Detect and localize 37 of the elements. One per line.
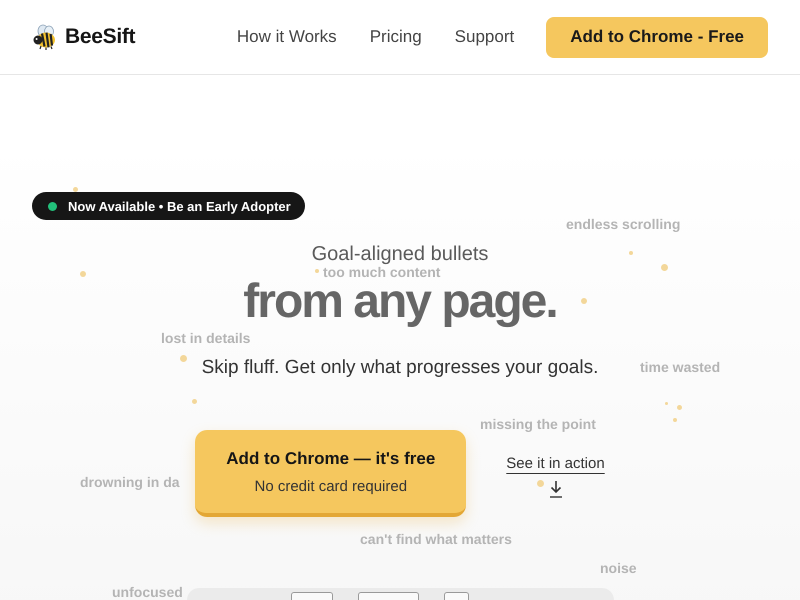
nav-link[interactable]: Support bbox=[454, 27, 514, 47]
dot-icon bbox=[629, 251, 633, 255]
see-it-in-action-link[interactable]: See it in action bbox=[506, 455, 605, 472]
dot-icon bbox=[673, 418, 677, 422]
dot-icon bbox=[665, 402, 668, 405]
dot-icon bbox=[677, 405, 682, 410]
dot-icon bbox=[180, 355, 187, 362]
add-to-chrome-button[interactable]: Add to Chrome - Free bbox=[546, 16, 768, 58]
preview-frame bbox=[358, 592, 418, 600]
nav-link[interactable]: How it Works bbox=[236, 27, 337, 47]
dot-icon bbox=[661, 264, 668, 271]
background-word: noise bbox=[600, 560, 637, 576]
background-word: lost in details bbox=[161, 330, 250, 346]
dot-icon bbox=[73, 187, 78, 192]
dot-icon bbox=[581, 298, 587, 304]
background-word: drowning in da bbox=[80, 474, 180, 490]
background-word: can't find what matters bbox=[360, 531, 512, 547]
preview-frame bbox=[290, 592, 332, 600]
preview-frame bbox=[444, 592, 468, 600]
background-word: time wasted bbox=[640, 359, 720, 375]
background-word: endless scrolling bbox=[566, 216, 680, 232]
hero-eyebrow: Goal-aligned bullets bbox=[312, 244, 488, 264]
hero-subtitle: Skip fluff. Get only what progresses your goals. bbox=[202, 356, 598, 380]
background-word: missing the point bbox=[480, 416, 596, 432]
add-to-chrome-button[interactable]: Add to Chrome — it's free No credit card required bbox=[195, 430, 466, 517]
dot-icon bbox=[315, 269, 319, 273]
brand-name: BeeSift bbox=[65, 25, 136, 49]
dot-icon bbox=[80, 271, 86, 277]
dot-icon bbox=[537, 480, 544, 487]
nav-link[interactable]: Pricing bbox=[370, 27, 422, 47]
status-dot-icon bbox=[48, 202, 57, 210]
background-word: unfocused bbox=[112, 584, 183, 600]
arrow-down-icon[interactable] bbox=[548, 480, 562, 498]
bee-icon bbox=[32, 24, 58, 50]
dot-icon bbox=[192, 399, 197, 404]
announcement-text: Now Available • Be an Early Adopter bbox=[68, 198, 291, 214]
background-word: too much content bbox=[323, 264, 440, 280]
